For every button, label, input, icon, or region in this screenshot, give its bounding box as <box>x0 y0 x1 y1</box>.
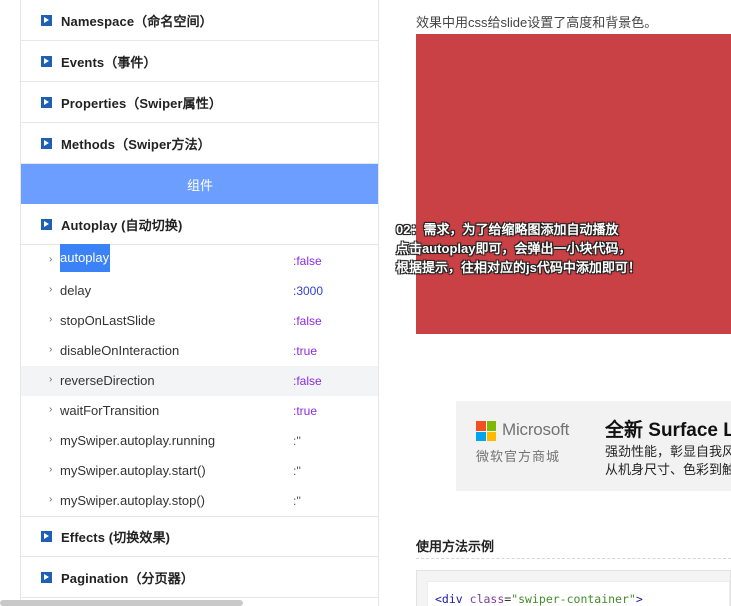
menu-item-value: :'' <box>293 464 301 478</box>
menu-item-value: :true <box>293 404 318 418</box>
section-pagination[interactable]: Pagination（分页器） <box>21 557 378 598</box>
section-events[interactable]: Events（事件） <box>21 41 378 82</box>
code-string: "swiper-container" <box>511 592 636 606</box>
menu-item-stop-on-last-slide[interactable]: › stopOnLastSlide :false <box>21 306 378 336</box>
menu-item-autoplay-start[interactable]: › mySwiper.autoplay.start() :'' <box>21 456 378 486</box>
section-autoplay[interactable]: Autoplay (自动切换) <box>21 204 378 245</box>
expand-arrow-icon <box>41 571 52 583</box>
section-methods[interactable]: Methods（Swiper方法） <box>21 123 378 164</box>
menu-item-value: :'' <box>293 494 301 508</box>
expand-arrow-icon <box>41 137 52 149</box>
annotation-line: 02：需求，为了给缩略图添加自动播放 <box>396 222 619 237</box>
menu-item-value: :false <box>293 314 322 328</box>
expand-arrow-icon <box>41 96 52 108</box>
ad-copy-line: 从机身尺寸、色彩到触 <box>605 462 731 477</box>
menu-item-name[interactable]: waitForTransition <box>60 396 159 426</box>
menu-item-value: :false <box>293 374 322 388</box>
menu-item-wait-for-transition[interactable]: › waitForTransition :true <box>21 396 378 426</box>
section-divider <box>416 558 731 559</box>
section-title: Namespace（命名空间） <box>61 13 213 29</box>
expand-arrow-icon <box>41 55 52 67</box>
section-namespace[interactable]: Namespace（命名空间） <box>21 0 378 41</box>
section-title: Events（事件） <box>61 54 157 70</box>
tutorial-annotation: 02：需求，为了给缩略图添加自动播放 点击autoplay即可，会弹出一小块代码… <box>396 220 731 277</box>
menu-item-autoplay-running[interactable]: › mySwiper.autoplay.running :'' <box>21 426 378 456</box>
menu-item-value: :false <box>293 254 322 268</box>
section-title: Properties（Swiper属性） <box>61 95 222 111</box>
intro-text: 效果中用css给slide设置了高度和背景色。 <box>416 15 658 30</box>
code-tag-close: > <box>635 592 643 606</box>
chevron-right-icon: › <box>49 434 53 445</box>
microsoft-ad-banner[interactable]: Microsoft 微软官方商城 全新 Surface L 强劲性能，彰显自我风… <box>456 401 731 491</box>
menu-item-name[interactable]: stopOnLastSlide <box>60 306 155 336</box>
chevron-right-icon: › <box>49 284 53 295</box>
code-line: <div class="swiper-container"> <box>435 592 643 606</box>
menu-item-name[interactable]: disableOnInteraction <box>60 336 179 366</box>
chevron-right-icon: › <box>49 464 53 475</box>
menu-item-delay[interactable]: › delay :3000 <box>21 276 378 306</box>
menu-item-autoplay-stop[interactable]: › mySwiper.autoplay.stop() :'' <box>21 486 378 516</box>
annotation-line: 点击autoplay即可，会弹出一小块代码， <box>396 241 632 256</box>
microsoft-logo-icon <box>476 421 496 441</box>
menu-item-value: :true <box>293 344 318 358</box>
code-example-block: <div class="swiper-container"> <box>416 570 731 606</box>
menu-item-name[interactable]: reverseDirection <box>60 366 155 396</box>
horizontal-scrollbar[interactable] <box>0 600 243 606</box>
demo-slide[interactable] <box>416 34 731 334</box>
menu-item-name[interactable]: mySwiper.autoplay.running <box>60 426 215 456</box>
menu-item-name[interactable]: mySwiper.autoplay.start() <box>60 456 206 486</box>
menu-item-name[interactable]: autoplay <box>60 244 111 272</box>
ad-brand-name: Microsoft <box>502 420 570 439</box>
menu-item-disable-on-interaction[interactable]: › disableOnInteraction :true <box>21 336 378 366</box>
section-title: Pagination（分页器） <box>61 570 194 586</box>
docs-sidebar: Namespace（命名空间） Events（事件） Properties（Sw… <box>20 0 379 606</box>
chevron-right-icon: › <box>49 494 53 505</box>
section-title: Effects (切换效果) <box>61 530 171 545</box>
annotation-line: 根据提示，往相对应的js代码中添加即可！ <box>396 260 641 275</box>
chevron-right-icon: › <box>49 344 53 355</box>
section-title: Autoplay (自动切换) <box>61 217 183 233</box>
menu-item-value: :3000 <box>293 284 324 298</box>
menu-item-autoplay[interactable]: › autoplay :false <box>21 244 378 276</box>
chevron-right-icon: › <box>49 374 53 385</box>
menu-item-name[interactable]: mySwiper.autoplay.stop() <box>60 486 205 516</box>
ad-store-name: 微软官方商城 <box>476 449 561 464</box>
expand-arrow-icon <box>41 218 52 230</box>
section-properties[interactable]: Properties（Swiper属性） <box>21 82 378 123</box>
expand-arrow-icon <box>41 531 52 542</box>
usage-section-title: 使用方法示例 <box>416 539 495 554</box>
chevron-right-icon: › <box>49 254 53 265</box>
chevron-right-icon: › <box>49 314 53 325</box>
menu-item-reverse-direction[interactable]: › reverseDirection :false <box>21 366 378 396</box>
menu-item-value: :'' <box>293 434 301 448</box>
expand-arrow-icon <box>41 14 52 26</box>
ad-copy-line: 强劲性能，彰显自我风 <box>605 444 731 459</box>
section-effects[interactable]: Effects (切换效果) <box>21 516 378 557</box>
chevron-right-icon: › <box>49 404 53 415</box>
ad-headline: 全新 Surface L <box>605 420 731 441</box>
group-header-components[interactable]: 组件 <box>21 164 378 204</box>
code-attr: class <box>469 592 505 606</box>
section-title: Methods（Swiper方法） <box>61 136 211 152</box>
code-tag-open: <div <box>435 592 463 606</box>
code-panel: <div class="swiper-container"> <box>427 581 730 606</box>
menu-item-name[interactable]: delay <box>60 276 91 306</box>
